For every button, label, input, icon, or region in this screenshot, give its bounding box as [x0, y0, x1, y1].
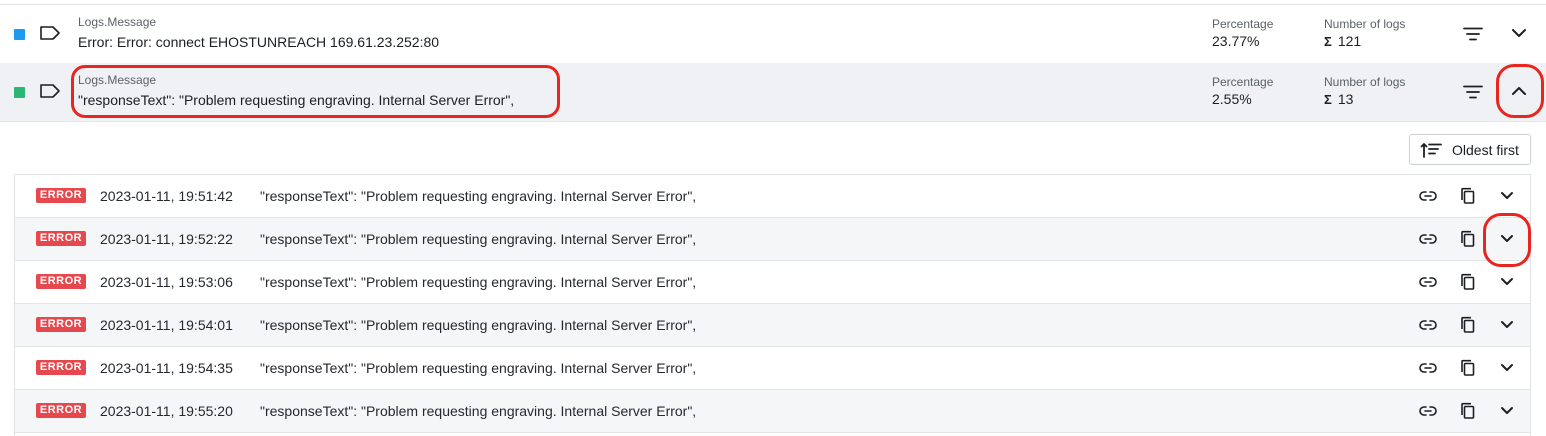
annotation-highlight-collapse [1496, 64, 1544, 118]
log-message: "responseText": "Problem requesting engr… [260, 403, 697, 419]
error-level-badge: ERROR [36, 403, 86, 418]
copy-icon[interactable] [1460, 230, 1476, 248]
count-value: Σ 13 [1324, 91, 1353, 107]
link-icon[interactable] [1419, 233, 1437, 245]
link-icon[interactable] [1419, 405, 1437, 417]
link-icon[interactable] [1419, 362, 1437, 374]
group-color-swatch [14, 29, 25, 40]
log-timestamp: 2023-01-11, 19:52:22 [100, 231, 233, 247]
percentage-value: 2.55% [1212, 91, 1252, 107]
log-message: "responseText": "Problem requesting engr… [260, 360, 697, 376]
log-row[interactable]: ERROR 2023-01-11, 19:54:35 "responseText… [15, 347, 1530, 390]
sort-order-button[interactable]: Oldest first [1409, 134, 1531, 165]
sigma-icon: Σ [1324, 34, 1332, 49]
percentage-label: Percentage [1212, 75, 1274, 89]
sigma-icon: Σ [1324, 92, 1332, 107]
chevron-down-icon[interactable] [1500, 320, 1514, 330]
log-message: "responseText": "Problem requesting engr… [260, 188, 697, 204]
error-level-badge: ERROR [36, 317, 86, 332]
log-list: ERROR 2023-01-11, 19:51:42 "responseText… [14, 174, 1531, 436]
log-row[interactable]: ERROR 2023-01-11, 19:55:20 "responseText… [15, 390, 1530, 433]
log-row[interactable]: ERROR 2023-01-11, 19:51:42 "responseText… [15, 175, 1530, 218]
count-label: Number of logs [1324, 17, 1406, 31]
link-icon[interactable] [1419, 319, 1437, 331]
copy-icon[interactable] [1460, 273, 1476, 291]
count-number: 121 [1337, 33, 1362, 49]
percentage-value: 23.77% [1212, 33, 1260, 49]
chevron-down-icon[interactable] [1500, 363, 1514, 373]
link-icon[interactable] [1419, 276, 1437, 288]
sort-ascending-icon [1420, 143, 1442, 158]
log-row[interactable]: ERROR 2023-01-11, 19:54:01 "responseText… [15, 304, 1530, 347]
log-row[interactable]: ERROR 2023-01-11, 19:52:22 "responseText… [15, 218, 1530, 261]
log-message: "responseText": "Problem requesting engr… [260, 317, 697, 333]
tag-icon[interactable] [39, 25, 61, 41]
annotation-highlight-expand-row [1483, 213, 1531, 267]
copy-icon[interactable] [1460, 187, 1476, 205]
error-level-badge: ERROR [36, 231, 86, 246]
tag-icon[interactable] [39, 83, 61, 99]
log-message: "responseText": "Problem requesting engr… [260, 274, 697, 290]
log-message: "responseText": "Problem requesting engr… [260, 231, 697, 247]
copy-icon[interactable] [1460, 359, 1476, 377]
link-icon[interactable] [1419, 190, 1437, 202]
percentage-label: Percentage [1212, 17, 1274, 31]
chevron-down-icon[interactable] [1500, 191, 1514, 201]
copy-icon[interactable] [1460, 316, 1476, 334]
error-level-badge: ERROR [36, 360, 86, 375]
chevron-down-icon[interactable] [1511, 27, 1527, 39]
count-number: 13 [1337, 91, 1354, 107]
log-timestamp: 2023-01-11, 19:55:20 [100, 403, 233, 419]
log-timestamp: 2023-01-11, 19:51:42 [100, 188, 233, 204]
chevron-down-icon[interactable] [1500, 406, 1514, 416]
log-row[interactable]: ERROR 2023-01-11, 19:53:06 "responseText… [15, 261, 1530, 304]
field-label: Logs.Message [78, 15, 157, 29]
log-timestamp: 2023-01-11, 19:54:01 [100, 317, 233, 333]
log-timestamp: 2023-01-11, 19:53:06 [100, 274, 233, 290]
copy-icon[interactable] [1460, 402, 1476, 420]
error-level-badge: ERROR [36, 274, 86, 289]
group-color-swatch [14, 87, 25, 98]
pattern-group-row[interactable]: Logs.Message Error: Error: connect EHOST… [0, 5, 1546, 64]
error-level-badge: ERROR [36, 188, 86, 203]
count-value: Σ 121 [1324, 33, 1361, 49]
group-message: Error: Error: connect EHOSTUNREACH 169.6… [78, 34, 440, 50]
sort-order-label: Oldest first [1452, 142, 1519, 158]
filter-icon[interactable] [1463, 85, 1483, 99]
count-label: Number of logs [1324, 75, 1406, 89]
filter-icon[interactable] [1463, 27, 1483, 41]
chevron-down-icon[interactable] [1500, 277, 1514, 287]
annotation-highlight-message [71, 65, 560, 118]
log-timestamp: 2023-01-11, 19:54:35 [100, 360, 233, 376]
